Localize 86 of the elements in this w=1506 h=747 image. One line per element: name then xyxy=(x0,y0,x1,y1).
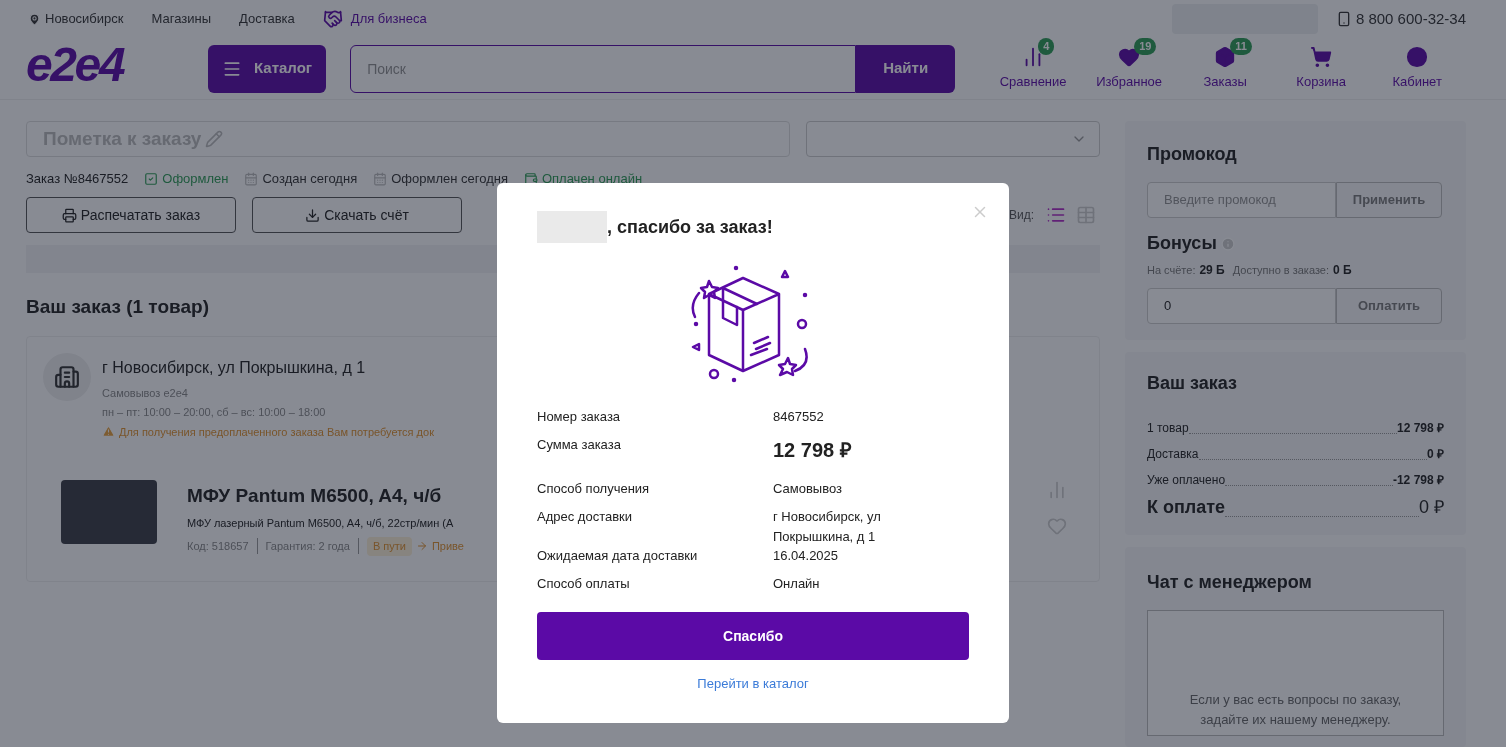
nav-item[interactable]: Сравнение 4 xyxy=(985,37,1082,92)
order-title: Ваш заказ (1 товар) xyxy=(26,295,210,319)
nav-item[interactable]: Заказы 11 xyxy=(1177,37,1274,92)
pickup-hours: пн – пт: 10:00 – 20:00, сб – вс: 10:00 – 18:00 xyxy=(102,405,327,420)
order-status: Оформлен xyxy=(162,170,229,189)
cart-icon xyxy=(1310,45,1333,68)
download-icon xyxy=(305,207,321,223)
status-icon xyxy=(144,172,159,186)
product-warranty: Гарантия: 2 года xyxy=(265,539,350,554)
table-view-icon[interactable] xyxy=(1076,205,1096,225)
compare-icon[interactable] xyxy=(1047,480,1067,500)
promo-title: Промокод xyxy=(1147,143,1238,166)
search-button[interactable]: Найти xyxy=(856,44,956,93)
catalog-button[interactable]: Каталог xyxy=(208,44,327,93)
detail-value: Самовывоз xyxy=(773,480,843,498)
view-label: Вид: xyxy=(1008,207,1034,224)
detail-label: Способ получения xyxy=(537,480,651,498)
order-status: Создан сегодня xyxy=(262,170,358,189)
product-name[interactable]: МФУ Pantum M6500, A4, ч/б xyxy=(187,482,464,511)
status-tag: В пути xyxy=(366,537,412,556)
logo[interactable]: e2e4 xyxy=(26,40,186,89)
nav-item[interactable]: Кабинет xyxy=(1369,37,1466,92)
count-badge: 4 xyxy=(1038,37,1055,55)
summary-value: 0 ₽ xyxy=(1427,446,1444,463)
nav-item[interactable]: Избранное 19 xyxy=(1081,37,1178,92)
catalog-link[interactable]: Перейти в каталог xyxy=(697,674,809,694)
location-pin-icon xyxy=(28,12,41,26)
order-status: Оформлен сегодня xyxy=(391,170,508,189)
detail-label: Ожидаемая дата доставки xyxy=(537,547,699,565)
thanks-button[interactable]: Спасибо xyxy=(537,612,969,660)
product-description: МФУ лазерный Pantum M6500, A4, ч/б, 22стр/мин (A xyxy=(187,515,455,531)
handshake-icon xyxy=(322,9,343,29)
top-link[interactable]: Доставка xyxy=(239,9,295,29)
list-view-icon[interactable] xyxy=(1046,205,1066,225)
building-icon xyxy=(43,352,91,401)
chat-title: Чат с менеджером xyxy=(1147,571,1313,594)
bonus-available-label: Доступно в заказе: xyxy=(1232,262,1329,278)
top-link[interactable]: Магазины xyxy=(151,9,211,29)
status-icon xyxy=(523,172,538,186)
status-icon xyxy=(373,172,388,186)
heart-icon[interactable] xyxy=(1047,516,1067,536)
phone-number[interactable]: 8 800 600-32-34 xyxy=(1355,7,1466,31)
total-label: К оплате xyxy=(1147,496,1226,519)
summary-label: 1 товар xyxy=(1147,420,1189,437)
product-code: Код: 518657 xyxy=(187,539,249,554)
bonus-available: 0 Б xyxy=(1333,262,1352,279)
count-badge: 19 xyxy=(1134,37,1157,55)
info-icon[interactable] xyxy=(1220,236,1235,251)
detail-value: 8467552 xyxy=(773,408,825,426)
detail-value: г Новосибирск, ул Покрышкина, д 1 xyxy=(773,508,882,546)
warning-icon xyxy=(102,425,115,439)
status-icon xyxy=(244,172,259,186)
summary-label: Доставка xyxy=(1147,446,1199,463)
count-badge: 11 xyxy=(1230,37,1252,55)
bonus-title: Бонусы xyxy=(1147,232,1217,255)
nav-item[interactable]: Корзина xyxy=(1273,37,1370,92)
detail-label: Способ оплаты xyxy=(537,575,631,593)
summary-label: Уже оплачено xyxy=(1147,472,1226,489)
order-number: Заказ №8467552 xyxy=(26,170,129,189)
summary-value: 12 798 ₽ xyxy=(1396,420,1444,437)
pickup-warning: Для получения предоплаченного заказа Вам потребуется док xyxy=(119,424,434,440)
dialog-title: , спасибо за заказ! xyxy=(607,215,773,239)
pencil-icon xyxy=(205,130,224,148)
action-button[interactable]: Скачать счёт xyxy=(252,197,462,233)
detail-value: Онлайн xyxy=(773,575,821,593)
chat-hint: Если у вас есть вопросы по заказу, задайте их нашему менеджеру. xyxy=(1188,691,1403,729)
dropdown-select[interactable] xyxy=(806,121,1100,157)
summary-value: -12 798 ₽ xyxy=(1392,472,1444,489)
product-next-status: Приве xyxy=(431,539,464,554)
detail-label: Адрес доставки xyxy=(537,508,634,526)
business-link[interactable]: Для бизнеса xyxy=(350,9,427,29)
pickup-type: Самовывоз e2e4 xyxy=(102,385,189,401)
city-link[interactable]: Новосибирск xyxy=(45,9,124,29)
bonus-balance: 29 Б xyxy=(1199,262,1225,279)
print-icon xyxy=(61,207,77,223)
bonus-balance-label: На счёте: xyxy=(1147,262,1196,278)
summary-title: Ваш заказ xyxy=(1147,372,1238,395)
action-button[interactable]: Распечатать заказ xyxy=(26,197,236,233)
detail-label: Сумма заказа xyxy=(537,436,622,454)
total-value: 0 ₽ xyxy=(1419,496,1444,519)
pickup-address: г Новосибирск, ул Покрышкина, д 1 xyxy=(102,357,367,378)
arrow-icon xyxy=(415,540,428,553)
detail-value: 16.04.2025 xyxy=(773,547,840,565)
detail-value: 12 798 ₽ xyxy=(773,438,853,463)
order-status: Оплачен онлайн xyxy=(541,170,643,189)
detail-label: Номер заказа xyxy=(537,408,622,426)
